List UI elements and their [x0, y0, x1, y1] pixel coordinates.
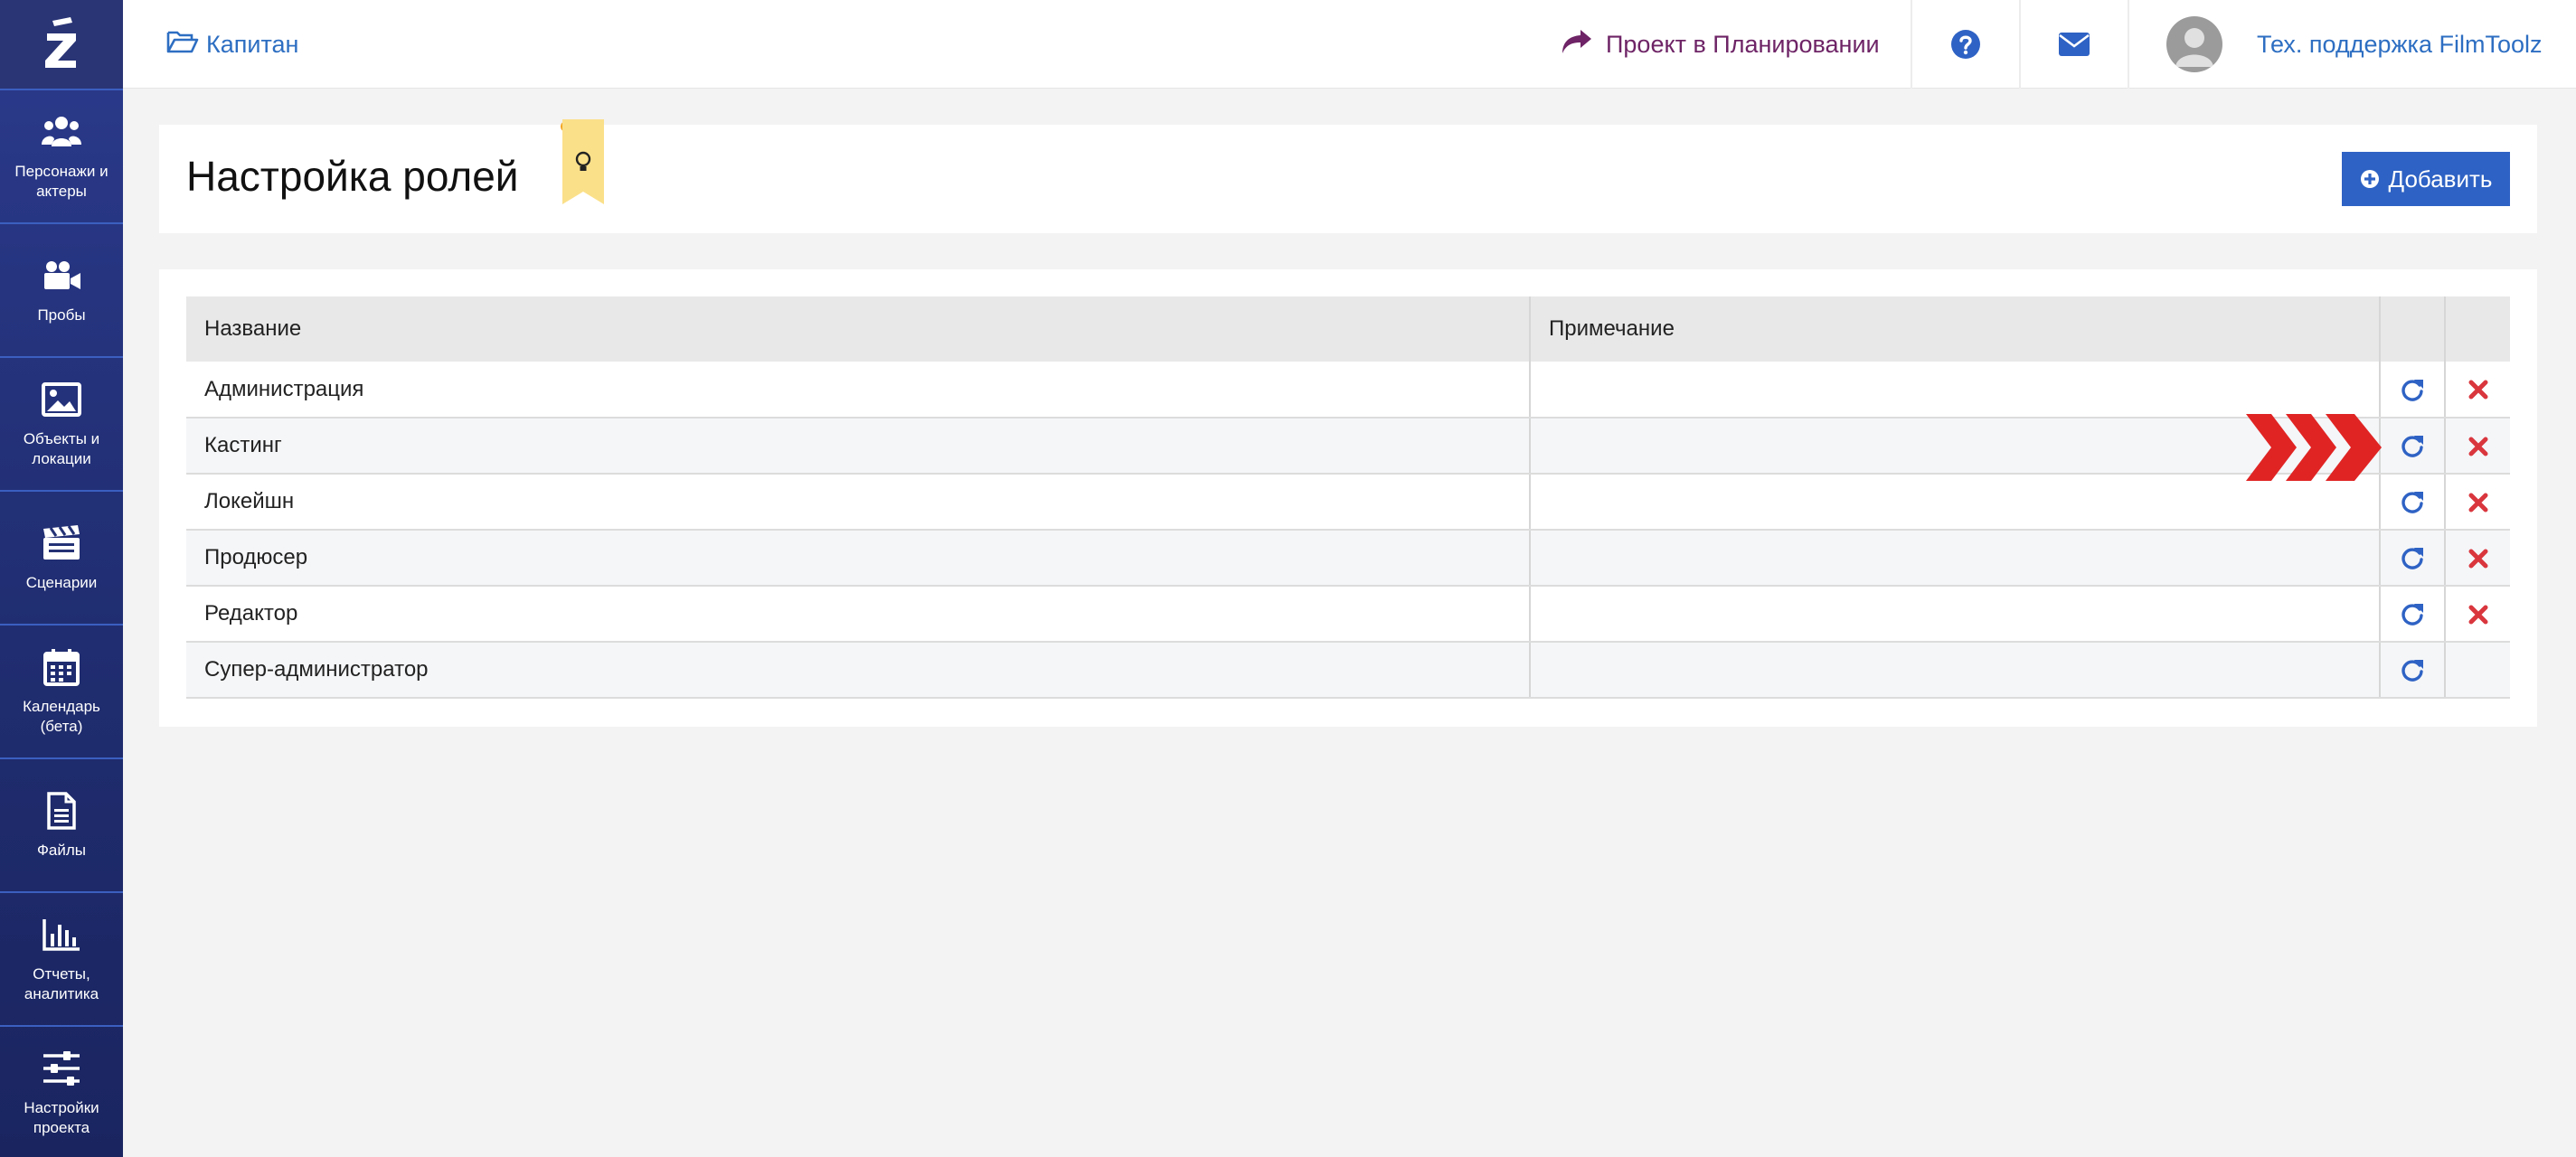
- table-row[interactable]: Продюсер: [186, 530, 2510, 587]
- project-breadcrumb[interactable]: Капитан: [166, 0, 298, 89]
- edit-cell: [2380, 586, 2446, 643]
- question-circle-icon: [1951, 30, 1980, 59]
- app-logo[interactable]: [0, 0, 123, 89]
- share-arrow-icon: [1561, 28, 1593, 61]
- user-menu[interactable]: Тех. поддержка FilmToolz: [2166, 0, 2542, 89]
- refresh-icon[interactable]: [2400, 377, 2425, 402]
- refresh-icon[interactable]: [2400, 545, 2425, 570]
- delete-x-icon[interactable]: [2468, 549, 2488, 569]
- envelope-icon: [2059, 33, 2090, 56]
- table-header-row: Название Примечание: [186, 296, 2510, 362]
- table-row[interactable]: Администрация: [186, 362, 2510, 419]
- add-button-label: Добавить: [2388, 165, 2493, 193]
- roles-table: Название Примечание Администрация Кастинг…: [186, 296, 2510, 699]
- plus-circle-icon: [2360, 170, 2379, 188]
- page-title: Настройка ролей: [186, 153, 519, 200]
- sidebar-item-label: Настройки проекта: [24, 1099, 99, 1136]
- role-name-cell[interactable]: Супер-администратор: [186, 642, 1531, 699]
- sidebar-item-auditions[interactable]: Пробы: [0, 222, 123, 356]
- role-name-cell[interactable]: Администрация: [186, 362, 1531, 419]
- delete-cell: [2445, 530, 2510, 587]
- role-name-cell[interactable]: Редактор: [186, 586, 1531, 643]
- delete-cell: [2445, 642, 2510, 699]
- column-header-edit: [2380, 296, 2446, 362]
- sidebar-item-project-settings[interactable]: Настройки проекта: [0, 1025, 123, 1157]
- table-row[interactable]: Супер-администратор: [186, 642, 2510, 699]
- sidebar-item-scripts[interactable]: Сценарии: [0, 490, 123, 624]
- edit-cell: [2380, 418, 2446, 475]
- sidebar-item-label: Календарь (бета): [23, 698, 100, 735]
- sidebar-item-label: Файлы: [36, 842, 86, 859]
- role-name-cell[interactable]: Продюсер: [186, 530, 1531, 587]
- chevron-pointer-icon: [2246, 414, 2382, 481]
- refresh-icon[interactable]: [2400, 657, 2425, 682]
- topbar-divider: [2128, 0, 2129, 89]
- image-icon: [41, 379, 82, 420]
- lightbulb-hint-icon[interactable]: [559, 119, 604, 204]
- sidebar: Персонажи и актеры Пробы Объекты и локац…: [0, 0, 123, 1157]
- refresh-icon[interactable]: [2400, 433, 2425, 458]
- project-status-label: Проект в Планировании: [1606, 30, 1880, 58]
- sidebar-item-label: Персонажи и актеры: [14, 163, 109, 200]
- delete-x-icon[interactable]: [2468, 437, 2488, 456]
- sidebar-item-label: Объекты и локации: [23, 430, 100, 467]
- delete-cell: [2445, 418, 2510, 475]
- delete-cell: [2445, 474, 2510, 531]
- role-note-cell: [1530, 530, 2381, 587]
- delete-x-icon[interactable]: [2468, 605, 2488, 625]
- breadcrumb-label: Капитан: [206, 30, 299, 58]
- edit-cell: [2380, 474, 2446, 531]
- sidebar-item-label: Отчеты, аналитика: [24, 965, 99, 1002]
- delete-cell: [2445, 362, 2510, 419]
- sidebar-item-characters[interactable]: Персонажи и актеры: [0, 89, 123, 222]
- column-header-name[interactable]: Название: [186, 296, 1531, 362]
- role-name-cell[interactable]: Кастинг: [186, 418, 1531, 475]
- help-button[interactable]: [1912, 0, 2019, 89]
- messages-button[interactable]: [2021, 0, 2128, 89]
- delete-x-icon[interactable]: [2468, 493, 2488, 513]
- edit-cell: [2380, 530, 2446, 587]
- column-header-delete: [2445, 296, 2510, 362]
- delete-x-icon[interactable]: [2468, 380, 2488, 400]
- role-note-cell: [1530, 362, 2381, 419]
- role-note-cell: [1530, 586, 2381, 643]
- refresh-icon[interactable]: [2400, 601, 2425, 626]
- roles-table-card: Название Примечание Администрация Кастинг…: [159, 269, 2537, 727]
- role-name-cell[interactable]: Локейшн: [186, 474, 1531, 531]
- sidebar-item-files[interactable]: Файлы: [0, 757, 123, 891]
- clapperboard-icon: [41, 522, 82, 564]
- add-role-button[interactable]: Добавить: [2342, 152, 2510, 206]
- table-row[interactable]: Локейшн: [186, 474, 2510, 531]
- file-icon: [41, 790, 82, 832]
- logo-icon: [45, 17, 76, 68]
- sidebar-item-label: Пробы: [37, 306, 86, 324]
- column-header-note[interactable]: Примечание: [1530, 296, 2381, 362]
- sidebar-item-calendar[interactable]: Календарь (бета): [0, 624, 123, 757]
- delete-cell: [2445, 586, 2510, 643]
- avatar: [2166, 16, 2222, 72]
- sidebar-item-label: Сценарии: [25, 574, 98, 591]
- edit-cell: [2380, 362, 2446, 419]
- edit-cell: [2380, 642, 2446, 699]
- table-row[interactable]: Кастинг: [186, 418, 2510, 475]
- project-status-link[interactable]: Проект в Планировании: [1561, 0, 1880, 89]
- top-bar: Капитан Проект в Планировании Тех. подде…: [123, 0, 2576, 89]
- refresh-icon[interactable]: [2400, 489, 2425, 514]
- sliders-icon: [41, 1048, 82, 1089]
- role-note-cell: [1530, 642, 2381, 699]
- roles-table-body: Администрация Кастинг Локейшн Продюсер Редак…: [186, 362, 2510, 699]
- page-header: Настройка ролей Добавить: [159, 119, 2537, 233]
- folder-open-icon: [166, 29, 199, 61]
- user-name: Тех. поддержка FilmToolz: [2257, 30, 2543, 58]
- bar-chart-icon: [41, 914, 82, 955]
- users-icon: [41, 111, 82, 153]
- calendar-icon: [41, 646, 82, 688]
- table-row[interactable]: Редактор: [186, 586, 2510, 643]
- role-note-cell: [1530, 474, 2381, 531]
- sidebar-item-reports[interactable]: Отчеты, аналитика: [0, 891, 123, 1025]
- video-camera-icon: [41, 255, 82, 296]
- sidebar-item-locations[interactable]: Объекты и локации: [0, 356, 123, 490]
